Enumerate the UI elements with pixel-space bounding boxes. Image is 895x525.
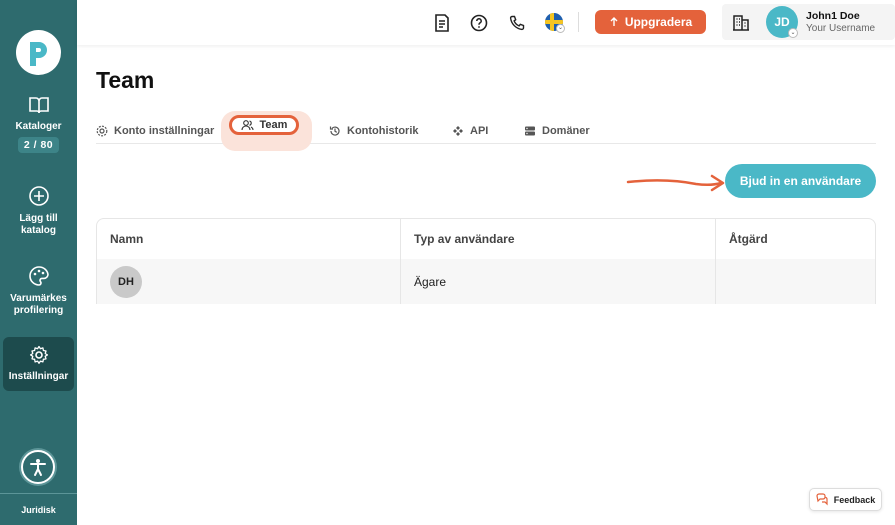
tab-team-active: Team [229, 115, 299, 135]
tab-account-history[interactable]: Kontohistorik [329, 117, 419, 144]
logo-p-icon [29, 41, 47, 66]
sidebar-item-label: Kataloger [15, 121, 62, 132]
gear-icon [29, 345, 48, 364]
feedback-icon [816, 493, 828, 506]
sidebar-item-label: Lägg till katalog [19, 213, 58, 236]
tab-label: Kontohistorik [347, 124, 419, 137]
sidebar: Kataloger 2 / 80 Lägg till katalog Varum… [0, 0, 77, 525]
top-bar: ⌄ Uppgradera JD ⌄ John1 Doe Your Usernam… [77, 0, 895, 45]
tab-api[interactable]: API [452, 117, 488, 144]
users-icon [240, 120, 254, 131]
tab-team[interactable]: Team [221, 111, 312, 151]
upgrade-button[interactable]: Uppgradera [595, 10, 706, 34]
gear-icon [96, 125, 108, 136]
cell-name: DH [97, 259, 401, 304]
history-icon [329, 125, 340, 136]
user-username: Your Username [806, 23, 876, 34]
sidebar-item-label: Varumärkes profilering [10, 293, 67, 316]
cell-user-type: Ägare [401, 259, 716, 304]
column-header-action[interactable]: Åtgärd [716, 219, 875, 259]
plus-circle-icon [28, 186, 49, 206]
sidebar-item-label: Inställningar [8, 371, 69, 382]
building-icon[interactable] [732, 13, 750, 36]
app-logo[interactable] [16, 30, 61, 75]
user-menu[interactable]: JD ⌄ John1 Doe Your Username [722, 4, 895, 40]
sidebar-item-kataloger[interactable]: Kataloger 2 / 80 [0, 95, 77, 153]
sidebar-item-branding[interactable]: Varumärkes profilering [0, 265, 77, 317]
accessibility-button[interactable] [21, 450, 55, 484]
chevron-down-icon: ⌄ [788, 28, 798, 38]
cell-action [716, 259, 875, 304]
api-icon [453, 125, 463, 136]
column-header-user-type[interactable]: Typ av användare [401, 219, 716, 259]
upgrade-label: Uppgradera [624, 15, 693, 29]
column-header-name[interactable]: Namn [97, 219, 401, 259]
chevron-down-icon: ⌄ [556, 24, 565, 33]
sidebar-item-settings[interactable]: Inställningar [3, 337, 74, 391]
tab-label: Konto inställningar [114, 124, 215, 137]
invite-user-button[interactable]: Bjud in en användare [725, 164, 876, 198]
arrow-annotation-icon [626, 174, 725, 192]
palette-icon [28, 266, 49, 286]
tab-label: Team [259, 119, 288, 131]
tab-domains[interactable]: Domäner [524, 117, 590, 144]
arrow-up-icon [610, 17, 618, 26]
document-icon[interactable] [432, 13, 452, 33]
user-name: John1 Doe [806, 10, 860, 22]
sidebar-item-add-catalog[interactable]: Lägg till katalog [0, 185, 77, 237]
feedback-button[interactable]: Feedback [809, 488, 882, 511]
accessibility-icon [30, 459, 46, 476]
table-row: DH Ägare [97, 259, 875, 304]
server-icon [525, 126, 535, 135]
page-title: Team [96, 67, 155, 93]
feedback-label: Feedback [833, 494, 876, 505]
settings-tabs: Konto inställningar Team Kontohistorik A… [96, 111, 876, 151]
sidebar-divider [0, 493, 77, 494]
divider [578, 12, 579, 32]
legal-link[interactable]: Juridisk [0, 505, 77, 515]
phone-icon[interactable] [507, 13, 527, 33]
tab-label: Domäner [542, 124, 590, 137]
tab-label: API [470, 124, 489, 137]
help-icon[interactable] [469, 13, 489, 33]
book-open-icon [28, 97, 49, 114]
tab-account-settings[interactable]: Konto inställningar [96, 117, 214, 144]
avatar: DH [110, 266, 142, 298]
catalog-count-badge: 2 / 80 [17, 137, 60, 153]
team-table: Namn Typ av användare Åtgärd DH Ägare [96, 218, 876, 304]
